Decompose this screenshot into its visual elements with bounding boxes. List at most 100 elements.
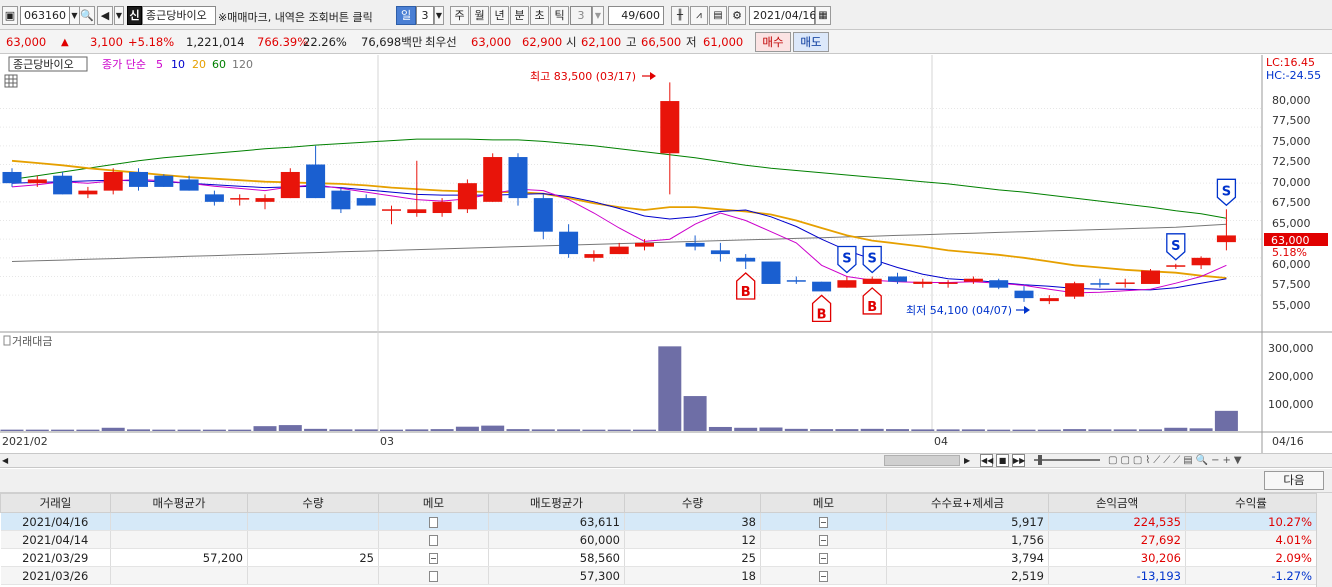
ma20-label[interactable]: 20 [192, 58, 206, 71]
memo-icon[interactable] [429, 516, 438, 528]
period-minute-button[interactable]: 분 [510, 6, 529, 25]
cell-return: 4.01% [1185, 530, 1317, 549]
col-sell-memo[interactable]: 메모 [760, 493, 887, 513]
stock-chart[interactable]: B B S B S S S 종근당바이오 종가 단순 5 10 20 60 120 LC:1… [0, 55, 1332, 453]
cell-sell-qty: 38 [624, 512, 761, 531]
trade-table: 거래일 매수평균가 수량 메모 매도평균가 수량 메모 수수료+제세금 손익금액… [0, 493, 1317, 585]
tick-dropdown-icon[interactable]: ▼ [592, 6, 604, 25]
candle-body [685, 242, 705, 247]
memo-icon[interactable] [819, 570, 828, 582]
best-bid: 62,900 [522, 35, 563, 49]
volume-bar [1012, 429, 1036, 431]
candle-body [179, 179, 199, 191]
table-row[interactable]: 2021/04/14 60,000 12 1,756 27,692 4.01% [0, 530, 1317, 549]
ma120-label[interactable]: 120 [232, 58, 253, 71]
table-scrollbar[interactable] [1316, 493, 1332, 587]
memo-icon[interactable] [819, 552, 828, 564]
grid-icon[interactable] [4, 74, 18, 88]
forward-icon[interactable]: ▶▶ [1012, 454, 1025, 467]
table-row[interactable]: 2021/03/26 57,300 18 2,519 -13,193 -1.27… [0, 566, 1317, 585]
period-day-button[interactable]: 일 [396, 6, 416, 25]
volume-bar [1063, 429, 1087, 431]
stop-icon[interactable]: ■ [996, 454, 1009, 467]
volume-bar [506, 429, 530, 431]
next-button[interactable]: 다음 [1264, 471, 1324, 490]
save-icon[interactable]: ▤ [709, 6, 727, 25]
period-second-button[interactable]: 초 [530, 6, 549, 25]
calendar-icon[interactable]: ▦ [815, 6, 831, 25]
memo-icon[interactable] [429, 570, 438, 582]
volume-bar [481, 425, 505, 431]
volume-ratio: 766.39% [257, 35, 309, 49]
price-tick: 77,500 [1272, 114, 1311, 127]
price-tick: 65,000 [1272, 217, 1311, 230]
cell-fee: 1,756 [886, 530, 1049, 549]
cell-sell-qty: 12 [624, 530, 761, 549]
ma5-label[interactable]: 5 [156, 58, 163, 71]
gear-icon[interactable]: ⚙ [728, 6, 746, 25]
volume-tick: 200,000 [1268, 370, 1314, 383]
price-tick: 57,500 [1272, 278, 1311, 291]
speaker-dropdown-icon[interactable]: ▼ [114, 6, 124, 25]
period-year-button[interactable]: 년 [490, 6, 509, 25]
period-number-dropdown-icon[interactable]: ▼ [434, 6, 444, 25]
cell-pnl: 27,692 [1048, 530, 1186, 549]
col-buy-avg[interactable]: 매수평균가 [110, 493, 248, 513]
cell-date: 2021/03/29 [0, 548, 111, 567]
chart-area[interactable]: B B S B S S S 종근당바이오 종가 단순 5 10 20 60 120 LC:1… [0, 55, 1332, 453]
col-return[interactable]: 수익률 [1185, 493, 1317, 513]
volume-bar [784, 428, 808, 431]
zoom-slider-handle[interactable] [1038, 455, 1042, 465]
period-month-button[interactable]: 월 [470, 6, 489, 25]
col-fee[interactable]: 수수료+제세금 [886, 493, 1049, 513]
stock-code-input[interactable]: 063160 [20, 6, 70, 25]
col-sell-qty[interactable]: 수량 [624, 493, 761, 513]
candle-body [609, 246, 629, 255]
high-price: 66,500 [641, 35, 682, 49]
data-count-field[interactable]: 49/600 [608, 6, 664, 25]
chart-tools-icons[interactable]: ▢▢▢⌇⟋⟋⟋▤🔍−+▼ [1108, 454, 1245, 467]
price-tick: 80,000 [1272, 94, 1311, 107]
period-number-field[interactable]: 3 [416, 6, 434, 25]
scroll-thumb[interactable] [884, 455, 960, 466]
cell-pnl: 224,535 [1048, 512, 1186, 531]
line-draw-icon[interactable]: ⩘ [690, 6, 708, 25]
trade-volume: 1,221,014 [186, 35, 245, 49]
col-pnl[interactable]: 손익금액 [1048, 493, 1186, 513]
last-date-tick: 04/16 [1272, 435, 1304, 448]
tick-number-field[interactable]: 3 [570, 6, 592, 25]
search-icon[interactable]: 🔍 [79, 6, 95, 25]
window-icon[interactable]: ▣ [2, 6, 18, 25]
memo-icon[interactable] [819, 516, 828, 528]
volume-bar [228, 429, 252, 431]
col-sell-avg[interactable]: 매도평균가 [488, 493, 625, 513]
col-buy-memo[interactable]: 메모 [378, 493, 489, 513]
rewind-icon[interactable]: ◀◀ [980, 454, 993, 467]
buy-button[interactable]: 매수 [755, 32, 791, 52]
sell-button[interactable]: 매도 [793, 32, 829, 52]
memo-icon[interactable] [819, 534, 828, 546]
col-buy-qty[interactable]: 수량 [247, 493, 379, 513]
scroll-left-icon[interactable]: ◀ [2, 455, 12, 466]
zoom-slider-track[interactable] [1034, 459, 1100, 461]
ma10-label[interactable]: 10 [171, 58, 185, 71]
period-tick-button[interactable]: 틱 [550, 6, 569, 25]
volume-bar [658, 346, 682, 431]
scroll-right-icon[interactable]: ▶ [964, 455, 974, 466]
candle-body [331, 190, 351, 210]
memo-icon[interactable] [429, 552, 438, 564]
period-week-button[interactable]: 주 [450, 6, 469, 25]
memo-icon[interactable] [429, 534, 438, 546]
ma60-label[interactable]: 60 [212, 58, 226, 71]
table-row[interactable]: 2021/04/16 63,611 38 5,917 224,535 10.27… [0, 512, 1317, 531]
price-tick: 70,000 [1272, 176, 1311, 189]
candle-type-icon[interactable]: ╫ [671, 6, 689, 25]
speaker-icon[interactable]: ◀ [97, 6, 113, 25]
table-row[interactable]: 2021/03/29 57,200 25 58,560 25 3,794 30,… [0, 548, 1317, 567]
hc-label: HC:-24.55 [1266, 69, 1321, 82]
col-date[interactable]: 거래일 [0, 493, 111, 513]
date-field[interactable]: 2021/04/16 [749, 6, 816, 25]
notice-text: ※매매마크, 내역은 조회버튼 클릭 [218, 11, 373, 24]
volume-bar [51, 429, 75, 431]
volume-bar [1214, 410, 1238, 431]
